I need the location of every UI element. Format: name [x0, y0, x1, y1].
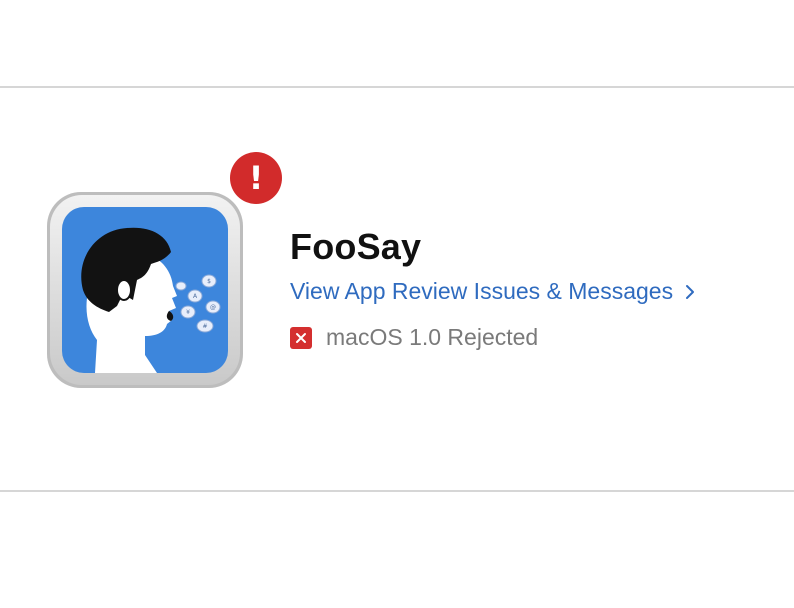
svg-text:$: $ — [207, 278, 211, 285]
svg-text:¥: ¥ — [186, 309, 190, 316]
bottom-divider — [0, 490, 794, 492]
app-review-page: $ A @ ¥ # ! FooSay View App Review Issue… — [0, 0, 794, 608]
status-text: macOS 1.0 Rejected — [326, 324, 539, 350]
app-name: FooSay — [290, 226, 422, 267]
review-link-label: View App Review Issues & Messages — [290, 278, 674, 304]
svg-text:#: # — [202, 323, 207, 330]
view-review-issues-link[interactable]: View App Review Issues & Messages — [290, 278, 697, 305]
rejected-x-icon — [290, 326, 312, 349]
top-divider — [0, 86, 794, 88]
exclamation-icon: ! — [230, 152, 282, 204]
svg-text:@: @ — [210, 304, 216, 311]
chevron-right-icon — [686, 284, 695, 299]
app-icon-container[interactable]: $ A @ ¥ # — [45, 190, 245, 390]
speaking-head-icon: $ A @ ¥ # — [47, 192, 243, 388]
status-row: macOS 1.0 Rejected — [290, 324, 538, 351]
